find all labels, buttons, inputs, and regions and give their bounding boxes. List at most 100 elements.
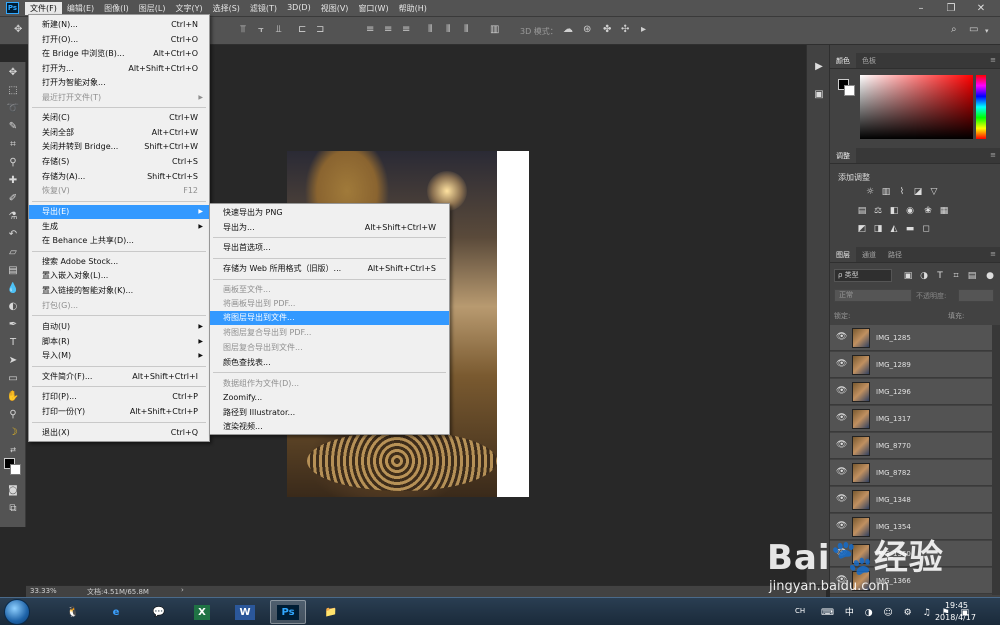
file-menu-item[interactable]: 导出(E) ▶	[29, 205, 209, 219]
file-menu-item[interactable]: 关闭并转到 Bridge... Shift+Ctrl+W	[29, 140, 209, 154]
align-top-icon[interactable]: ⫪	[240, 24, 246, 35]
gradient-map-icon[interactable]: ▬	[904, 223, 916, 235]
tab-channels[interactable]: 通道	[856, 247, 882, 262]
crop-tool-icon[interactable]: ⌗	[5, 138, 21, 152]
file-menu-item[interactable]: 打印一份(Y) Alt+Shift+Ctrl+P	[29, 405, 209, 419]
menu-item-2[interactable]: 图像(I)	[99, 2, 134, 15]
menu-item-4[interactable]: 文字(Y)	[170, 2, 207, 15]
tab-adjustments[interactable]: 调整	[830, 148, 856, 163]
blend-mode-select[interactable]: 正常	[834, 289, 912, 302]
taskbar-wechat-icon[interactable]: 💬	[141, 600, 177, 624]
vibrance-icon[interactable]: ▽	[928, 186, 940, 198]
menu-item-7[interactable]: 3D(D)	[282, 2, 316, 15]
file-menu-item[interactable]: 脚本(R) ▶	[29, 335, 209, 349]
export-menu-item[interactable]: 将图层导出到文件...	[210, 311, 449, 325]
taskbar-photoshop-icon[interactable]: Ps	[270, 600, 306, 624]
file-menu-item[interactable]: 打开为智能对象...	[29, 76, 209, 90]
distribute-vcenter-icon[interactable]: ≡	[384, 24, 392, 35]
levels-icon[interactable]: ▥	[880, 186, 892, 198]
distribute-bottom-icon[interactable]: ≡	[402, 24, 410, 35]
distribute-hcenter-icon[interactable]: ⦀	[446, 24, 450, 35]
align-hcenter-icon[interactable]: ⊐	[316, 24, 324, 35]
layer-row[interactable]: 👁 IMG_8770	[830, 433, 992, 459]
posterize-icon[interactable]: ◨	[872, 223, 884, 235]
swap-colors-icon[interactable]: ⇄	[5, 443, 21, 457]
visibility-eye-icon[interactable]: 👁	[836, 521, 847, 531]
filter-smart-icon[interactable]: ▤	[966, 270, 978, 282]
auto-align-icon[interactable]: ▥	[490, 24, 499, 35]
history-panel-icon[interactable]: ▶	[811, 59, 827, 75]
eraser-tool-icon[interactable]: ▱	[5, 246, 21, 260]
file-menu-item[interactable]: 关闭全部 Alt+Ctrl+W	[29, 126, 209, 140]
marquee-tool-icon[interactable]: ⬚	[5, 84, 21, 98]
file-menu-item[interactable]: 打开(O)... Ctrl+O	[29, 33, 209, 47]
visibility-eye-icon[interactable]: 👁	[836, 548, 847, 558]
export-menu-item[interactable]: Zoomify...	[210, 391, 449, 405]
move-tool-icon[interactable]: ✥	[14, 24, 22, 35]
filter-shape-icon[interactable]: ⌗	[950, 270, 962, 282]
taskbar-explorer-icon[interactable]: 📁	[313, 600, 349, 624]
type-tool-icon[interactable]: T	[5, 336, 21, 350]
workspace-icon[interactable]: ▭	[969, 24, 978, 35]
history-brush-icon[interactable]: ↶	[5, 228, 21, 242]
taskbar-qq-icon[interactable]: 🐧	[55, 600, 91, 624]
panel-background-swatch[interactable]	[844, 85, 855, 96]
file-menu-item[interactable]: 新建(N)... Ctrl+N	[29, 18, 209, 32]
panel-menu-icon[interactable]: ≡	[990, 151, 996, 159]
hue-sat-icon[interactable]: ▤	[856, 205, 868, 217]
tab-paths[interactable]: 路径	[882, 247, 908, 262]
distribute-top-icon[interactable]: ≡	[366, 24, 374, 35]
gradient-tool-icon[interactable]: ▤	[5, 264, 21, 278]
workspace-chevron-icon[interactable]: ▾	[985, 27, 989, 35]
opacity-field[interactable]	[958, 289, 994, 302]
visibility-eye-icon[interactable]: 👁	[836, 440, 847, 450]
layer-row[interactable]: 👁 IMG_1285	[830, 325, 992, 351]
export-menu-item[interactable]: 渲染视频...	[210, 420, 449, 434]
properties-panel-icon[interactable]: ▣	[811, 87, 827, 103]
curves-icon[interactable]: ⌇	[896, 186, 908, 198]
input-language[interactable]: CH	[795, 607, 805, 615]
layer-row[interactable]: 👁 IMG_8782	[830, 460, 992, 486]
close-button[interactable]: ✕	[966, 0, 996, 17]
invert-icon[interactable]: ◩	[856, 223, 868, 235]
3d-slide-icon[interactable]: ✣	[621, 24, 629, 35]
healing-tool-icon[interactable]: ✚	[5, 174, 21, 188]
layer-row[interactable]: 👁 IMG_1289	[830, 352, 992, 378]
menu-item-10[interactable]: 帮助(H)	[394, 2, 432, 15]
export-menu-item[interactable]: 路径到 Illustrator...	[210, 406, 449, 420]
color-lookup-icon[interactable]: ▦	[938, 205, 950, 217]
visibility-eye-icon[interactable]: 👁	[836, 575, 847, 585]
layer-row[interactable]: 👁 IMG_1354	[830, 514, 992, 540]
visibility-eye-icon[interactable]: 👁	[836, 494, 847, 504]
tab-layers[interactable]: 图层	[830, 247, 856, 262]
tab-color[interactable]: 颜色	[830, 53, 856, 68]
file-menu-item[interactable]: 在 Bridge 中浏览(B)... Alt+Ctrl+O	[29, 47, 209, 61]
file-menu-item[interactable]: 退出(X) Ctrl+Q	[29, 426, 209, 440]
lasso-tool-icon[interactable]: ➰	[5, 102, 21, 116]
hand-tool-icon[interactable]: ✋	[5, 390, 21, 404]
clock-time[interactable]: 19:45	[945, 601, 968, 610]
taskbar-ie-icon[interactable]: e	[98, 600, 134, 624]
file-menu-item[interactable]: 在 Behance 上共享(D)...	[29, 234, 209, 248]
quick-mask-icon[interactable]: ◙	[5, 484, 21, 498]
align-left-icon[interactable]: ⊏	[298, 24, 306, 35]
filter-adjustment-icon[interactable]: ◑	[918, 270, 930, 282]
exposure-icon[interactable]: ◪	[912, 186, 924, 198]
menu-item-3[interactable]: 图层(L)	[134, 2, 171, 15]
file-menu-item[interactable]: 自动(U) ▶	[29, 320, 209, 334]
visibility-eye-icon[interactable]: 👁	[836, 359, 847, 369]
stamp-tool-icon[interactable]: ⚗	[5, 210, 21, 224]
visibility-eye-icon[interactable]: 👁	[836, 413, 847, 423]
visibility-eye-icon[interactable]: 👁	[836, 332, 847, 342]
background-color-swatch[interactable]	[10, 464, 21, 475]
layer-row[interactable]: 👁 IMG_1366	[830, 568, 992, 594]
file-menu-item[interactable]: 导入(M) ▶	[29, 349, 209, 363]
file-menu-item[interactable]: 搜索 Adobe Stock...	[29, 255, 209, 269]
export-menu-item[interactable]: 颜色查找表...	[210, 356, 449, 370]
black-white-icon[interactable]: ◧	[888, 205, 900, 217]
menu-item-9[interactable]: 窗口(W)	[353, 2, 393, 15]
distribute-left-icon[interactable]: ⦀	[428, 24, 432, 35]
taskbar-excel-icon[interactable]: X	[184, 600, 220, 624]
brightness-icon[interactable]: ☼	[864, 186, 876, 198]
layer-row[interactable]: 👁 IMG_1296	[830, 379, 992, 405]
